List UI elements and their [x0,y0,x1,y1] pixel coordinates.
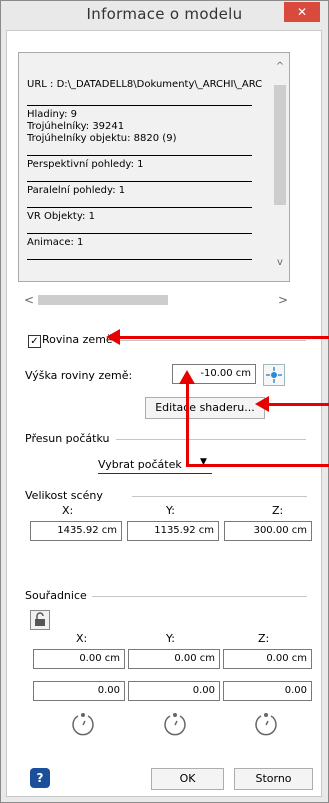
annotation-arrow [268,403,329,406]
row-divider [27,105,252,106]
scroll-right-icon[interactable]: > [278,293,288,307]
scene-z-field[interactable]: 300.00 cm [224,521,312,541]
coords-z-field[interactable]: 0.00 cm [223,649,312,669]
annotation-arrow [186,464,329,467]
arrowhead-icon [106,329,120,345]
scroll-thumb[interactable] [38,295,168,305]
animations-row: Animace: 1 [27,237,84,248]
origin-select-value: Vybrat počátek [98,458,182,471]
levels-row: Hladiny: 9 [27,109,77,120]
scene-z-label: Z: [272,504,284,517]
parallel-views-row: Paralelní pohledy: 1 [27,185,126,196]
cancel-button[interactable]: Storno [234,768,313,790]
section-divider [132,496,307,497]
section-divider [116,439,306,440]
model-info-list[interactable]: URL : D:\_DATADELL8\Dokumenty\_ARCHI\_AR… [18,52,290,282]
rotate-x-dial-icon[interactable] [70,712,96,738]
scroll-left-icon[interactable]: < [24,293,34,307]
row-divider [27,181,252,182]
vertical-scrollbar[interactable]: ^ v [273,61,287,281]
scene-y-field[interactable]: 1135.92 cm [127,521,219,541]
rotation-y-field[interactable]: 0.00 [128,681,220,701]
coords-y-label: Y: [166,632,175,645]
vr-objects-row: VR Objekty: 1 [27,211,95,222]
help-button[interactable]: ? [30,768,50,788]
scroll-up-icon[interactable]: ^ [273,61,287,72]
crosshair-icon [266,367,282,383]
coords-section-label: Souřadnice [25,589,87,602]
coords-y-field[interactable]: 0.00 cm [128,649,220,669]
lock-button[interactable] [30,610,50,630]
url-row: URL : D:\_DATADELL8\Dokumenty\_ARCHI\_AR… [27,79,263,90]
lock-icon [35,612,45,626]
ok-button[interactable]: OK [151,768,224,790]
ground-plane-checkbox[interactable]: ✓ [28,335,41,348]
close-button[interactable]: ✕ [284,2,320,22]
object-triangles-row: Trojúhelníky objektu: 8820 (9) [27,133,177,144]
horizontal-scrollbar[interactable]: < > [22,293,288,307]
row-divider [27,233,252,234]
row-divider [27,155,252,156]
coords-x-field[interactable]: 0.00 cm [33,649,125,669]
scroll-thumb[interactable] [274,85,286,205]
pick-height-button[interactable] [263,364,285,386]
rotate-z-dial-icon[interactable] [253,712,279,738]
rotation-x-field[interactable]: 0.00 [33,681,125,701]
coords-x-label: X: [76,632,88,645]
scroll-down-icon[interactable]: v [273,257,287,268]
select-underline [98,473,212,474]
ground-plane-label: Rovina země [42,333,113,346]
rotation-z-field[interactable]: 0.00 [223,681,312,701]
title-bar: Informace o modelu ✕ [1,1,328,29]
scene-x-field[interactable]: 1435.92 cm [30,521,122,541]
ground-height-label: Výška roviny země: [25,369,133,382]
section-divider [116,340,306,341]
persp-views-row: Perspektivní pohledy: 1 [27,159,144,170]
arrowhead-icon [179,370,195,384]
rotate-y-dial-icon[interactable] [162,712,188,738]
scene-x-label: X: [62,504,74,517]
arrowhead-icon [255,396,269,412]
row-divider [27,259,252,260]
annotation-arrow [186,382,189,467]
scene-y-label: Y: [166,504,175,517]
triangles-row: Trojúhelníky: 39241 [27,121,125,132]
row-divider [27,207,252,208]
info-rows: URL : D:\_DATADELL8\Dokumenty\_ARCHI\_AR… [27,79,277,260]
coords-z-label: Z: [258,632,270,645]
window-title: Informace o modelu [86,5,243,23]
annotation-arrow [118,336,329,339]
origin-section-label: Přesun počátku [25,432,110,445]
scene-size-section-label: Velikost scény [25,489,103,502]
edit-shader-button[interactable]: Editace shaderu... [145,397,265,419]
section-divider [92,596,307,597]
